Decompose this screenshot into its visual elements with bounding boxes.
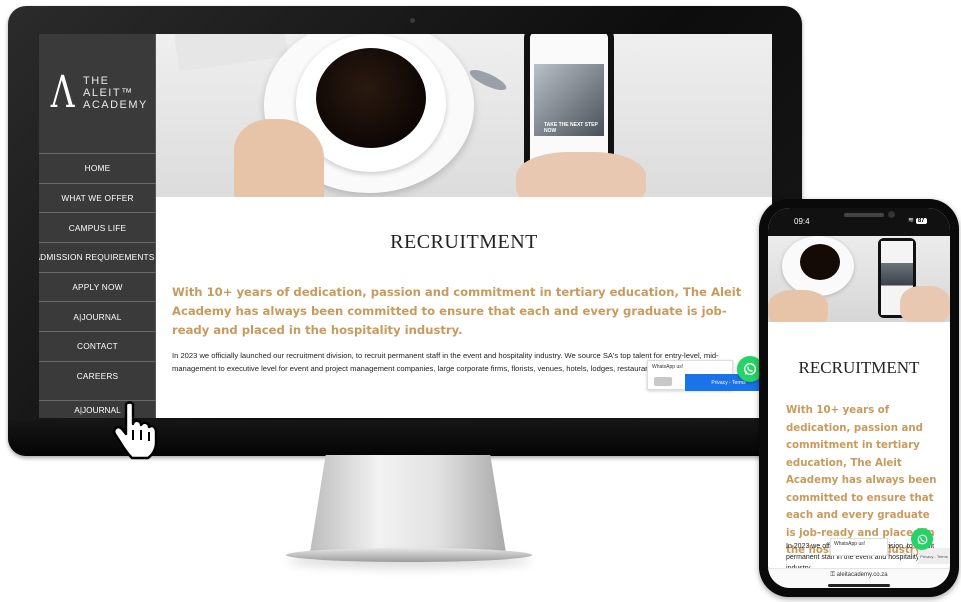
hero-hand-right-shape [516,152,646,197]
mobile-recaptcha-badge[interactable]: Privacy - Terms [918,548,950,564]
dynamic-island [844,213,884,217]
status-time: 09:4 [794,217,810,226]
nav-item-what-we-offer[interactable]: WHAT WE OFFER [39,182,156,213]
lead-paragraph: With 10+ years of dedication, passion an… [172,285,742,337]
whatsapp-icon [744,363,756,375]
sidebar-nav: HOME WHAT WE OFFER CAMPUS LIFE ADMISSION… [39,153,156,391]
status-bar: 09:4 ≋ 87 [768,208,950,236]
mobile-whatsapp-button[interactable] [911,528,933,550]
front-camera [888,211,895,218]
logo-line-2: ALEIT™ [83,87,134,99]
mobile-whatsapp-icon [917,534,927,544]
logo-line-3: ACADEMY [83,99,148,111]
imac-base [286,548,532,562]
logo-mark-icon: Λ [50,67,75,118]
nav-item-careers[interactable]: CAREERS [39,360,156,391]
mobile-hero-image [768,236,950,322]
wifi-icon: ≋ [908,217,914,224]
logo-text: THE ALEIT™ ACADEMY [83,75,148,111]
sidebar: Λ THE ALEIT™ ACADEMY HOME WHAT WE OFFER … [39,34,156,418]
hero-image: TAKE THE NEXT STEP NOW [156,34,772,197]
mobile-whatsapp-popup[interactable]: WhatsApp us! [830,538,888,556]
logo-line-1: THE [83,75,110,87]
status-icons: ≋ 87 [908,216,927,224]
home-indicator [828,584,890,587]
lock-icon: ⚿ [830,572,835,578]
mobile-screen: 09:4 ≋ 87 RECRUITMENT With 10+ years of … [768,208,950,588]
page-title: RECRUITMENT [390,231,538,253]
recaptcha-logo-icon [654,377,672,386]
academy-logo[interactable]: Λ THE ALEIT™ ACADEMY [39,34,156,152]
mobile-url-text: aleitacademy.co.za [836,572,888,578]
hero-coffee-shape [316,48,426,148]
desktop-screen: Λ THE ALEIT™ ACADEMY HOME WHAT WE OFFER … [39,34,772,418]
nav-item-campus-life[interactable]: CAMPUS LIFE [39,212,156,242]
whatsapp-popup-text: WhatsApp us! [652,364,684,370]
mobile-url-bar[interactable]: ⚿ aleitacademy.co.za [768,568,950,588]
imac-stand [310,455,506,553]
nav-item-contact[interactable]: CONTACT [39,331,156,361]
nav-item-home[interactable]: HOME [39,153,156,183]
hero-spoon-shape [467,66,509,94]
phone-frame: 09:4 ≋ 87 RECRUITMENT With 10+ years of … [759,199,959,597]
hero-laptop-shape [173,34,289,72]
nav-item-journal[interactable]: A|JOURNAL [39,301,156,331]
mobile-hero-hand-right [900,286,950,322]
battery-icon: 87 [915,218,927,224]
mobile-hero-coffee [800,244,840,280]
mobile-hero-hand [768,290,828,322]
mockup-stage: Λ THE ALEIT™ ACADEMY HOME WHAT WE OFFER … [0,0,961,602]
hand-pointer-icon [113,401,158,460]
hero-phone-cta: TAKE THE NEXT STEP NOW [544,122,598,134]
nav-item-admission-requirements[interactable]: ADMISSION REQUIREMENTS [39,242,156,272]
nav-item-apply-now[interactable]: APPLY NOW [39,271,156,302]
imac-camera [410,18,415,23]
mobile-page-title: RECRUITMENT [798,358,920,377]
hero-hand-shape [234,119,324,197]
